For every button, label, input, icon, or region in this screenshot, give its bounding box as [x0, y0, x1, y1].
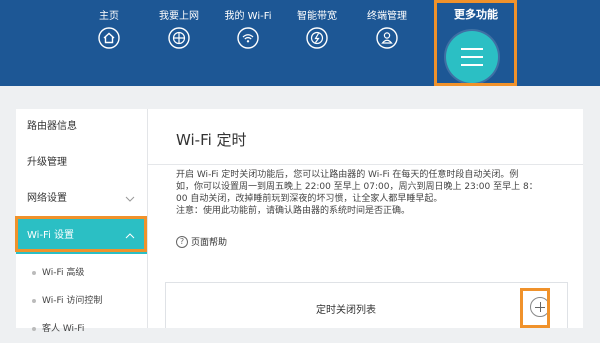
sidebar-subitem-label: 客人 Wi-Fi: [42, 324, 85, 334]
nav-bandwidth-label: 智能带宽: [297, 11, 337, 22]
top-nav-bar: 主页 我要上网 我的 Wi-Fi 智能带宽 终端管理 更多功能: [0, 0, 600, 86]
bandwidth-icon: [306, 27, 328, 49]
page-help-link[interactable]: ? 页面帮助: [176, 235, 227, 248]
sidebar-subitem-wifi-advanced[interactable]: Wi-Fi 高级: [16, 259, 147, 287]
description-line: 注意：使用此功能前，请确认路由器的系统时间是否正确。: [176, 206, 411, 216]
sidebar-item-label: 网络设置: [27, 193, 67, 204]
nav-home-label: 主页: [99, 11, 119, 22]
nav-terminal-management[interactable]: 终端管理: [355, 10, 419, 49]
user-icon: [376, 27, 398, 49]
description-line: 开启 Wi-Fi 定时关闭功能后，您可以让路由器的 Wi-Fi 在每天的任意时段…: [176, 170, 519, 180]
help-icon: ?: [176, 235, 188, 248]
page-title: Wi-Fi 定时: [176, 131, 247, 149]
sidebar-item-router-info[interactable]: 路由器信息: [16, 109, 147, 145]
nav-bandwidth[interactable]: 智能带宽: [285, 10, 349, 49]
globe-icon: [168, 27, 190, 49]
schedule-list-panel: 定时关闭列表: [165, 282, 568, 328]
sidebar-subitem-wifi-access-control[interactable]: Wi-Fi 访问控制: [16, 287, 147, 315]
schedule-list-title: 定时关闭列表: [316, 305, 376, 316]
home-icon: [98, 27, 120, 49]
divider: [148, 164, 583, 165]
sidebar-item-label: 路由器信息: [27, 121, 77, 132]
chevron-down-icon: [125, 196, 135, 202]
bullet-icon: [32, 271, 36, 275]
sidebar-subitem-guest-wifi[interactable]: 客人 Wi-Fi: [16, 315, 147, 343]
sidebar-subitem-label: Wi-Fi 访问控制: [42, 296, 103, 306]
nav-internet[interactable]: 我要上网: [147, 10, 211, 49]
description-text: 开启 Wi-Fi 定时关闭功能后，您可以让路由器的 Wi-Fi 在每天的任意时段…: [176, 169, 576, 217]
wifi-icon: [237, 27, 259, 49]
description-line: 00 自动关闭，改掉睡前玩到深夜的坏习惯，让全家人都早睡早起。: [176, 194, 443, 204]
page-help-label: 页面帮助: [191, 238, 228, 248]
main-panel: Wi-Fi 定时 开启 Wi-Fi 定时关闭功能后，您可以让路由器的 Wi-Fi…: [147, 109, 583, 328]
nav-internet-label: 我要上网: [159, 11, 199, 22]
sidebar-item-network-settings[interactable]: 网络设置: [16, 181, 147, 217]
nav-home[interactable]: 主页: [77, 10, 141, 49]
bullet-icon: [32, 299, 36, 303]
nav-my-wifi[interactable]: 我的 Wi-Fi: [216, 10, 280, 49]
sidebar-item-upgrade[interactable]: 升级管理: [16, 145, 147, 181]
sidebar-item-label: 升级管理: [27, 157, 67, 168]
nav-my-wifi-label: 我的 Wi-Fi: [224, 11, 272, 22]
wifi-settings-highlight-frame: [15, 216, 147, 252]
more-highlight-frame: [434, 0, 517, 86]
sidebar-subitem-label: Wi-Fi 高级: [42, 268, 85, 278]
description-line: 如，你可以设置周一到周五晚上 22:00 至早上 07:00，周六到周日晚上 2…: [176, 182, 538, 192]
nav-terminal-label: 终端管理: [367, 11, 407, 22]
add-button-highlight-frame: [520, 288, 550, 328]
